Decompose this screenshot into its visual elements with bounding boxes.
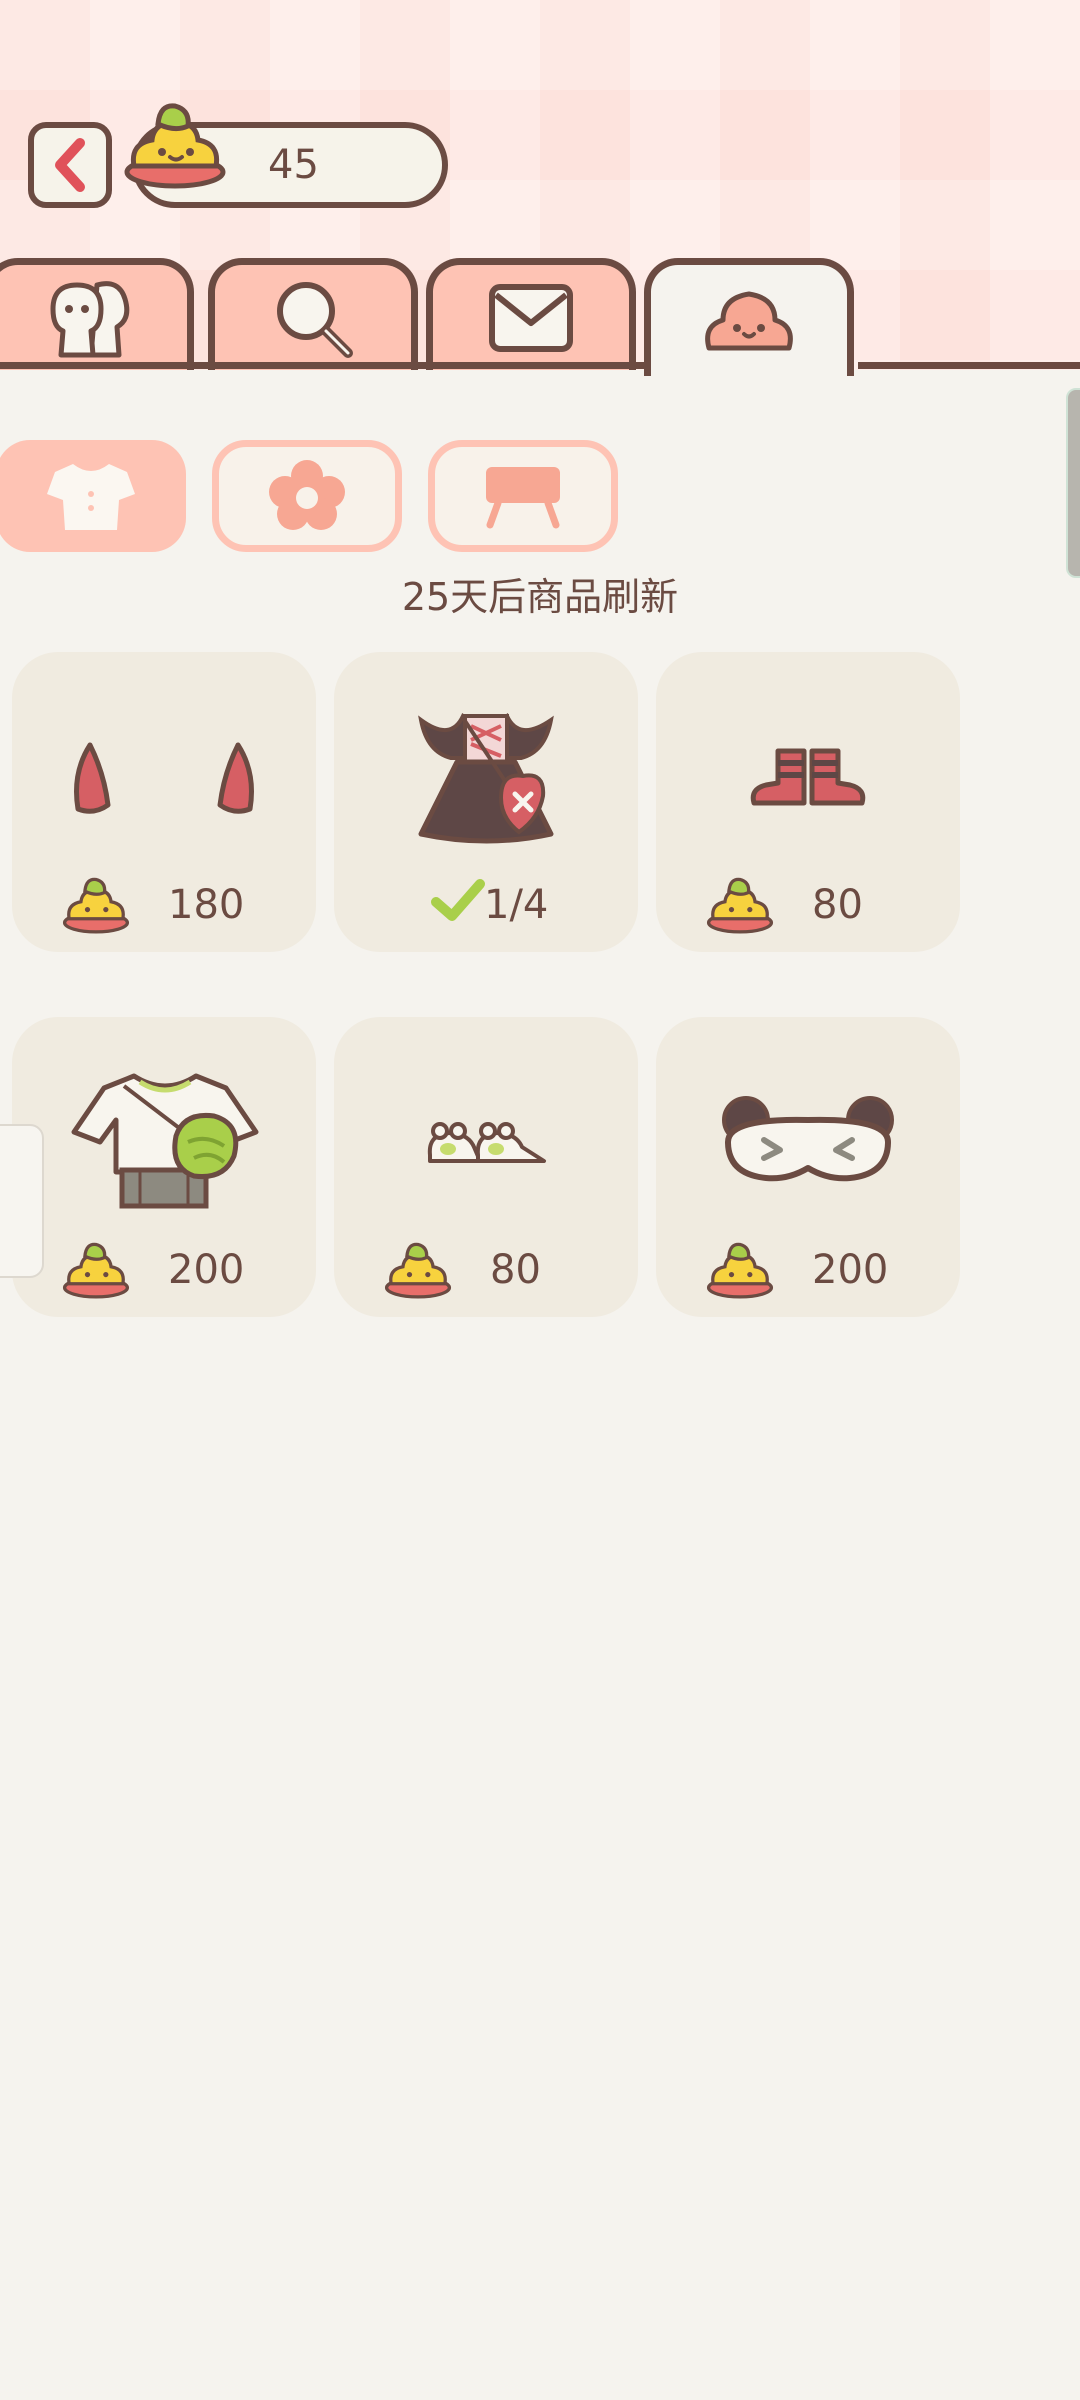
check-icon <box>431 879 485 921</box>
category-plants[interactable] <box>212 440 402 552</box>
main-tab-bar <box>0 258 1080 378</box>
chevron-left-icon <box>55 138 85 192</box>
poop-coin-icon <box>384 1242 452 1299</box>
striped-socks-icon <box>750 748 866 806</box>
frog-slippers-icon <box>427 1122 546 1163</box>
poop-coin-icon <box>124 103 226 189</box>
tab-friends[interactable] <box>0 258 194 370</box>
tab-divider-left <box>0 362 650 369</box>
shop-item-card[interactable]: 80 <box>656 652 960 952</box>
devil-horns-icon <box>74 742 254 814</box>
poop-coin-icon <box>62 877 130 934</box>
floating-edge-tab[interactable] <box>0 1124 44 1278</box>
shop-item-card[interactable]: 200 <box>12 1017 316 1317</box>
poop-shop-icon <box>705 291 793 350</box>
tab-search[interactable] <box>208 258 418 370</box>
shop-item-card[interactable]: 200 <box>656 1017 960 1317</box>
side-drawer-handle[interactable] <box>1066 388 1080 578</box>
panda-sleep-mask-icon <box>722 1096 894 1182</box>
item-progress: 1/4 <box>484 882 549 928</box>
bat-dress-icon <box>418 712 554 844</box>
shirt-icon <box>47 464 135 530</box>
item-price: 180 <box>168 882 245 928</box>
item-price: 200 <box>168 1247 245 1293</box>
friends-icon <box>50 280 130 357</box>
item-price: 80 <box>490 1247 541 1293</box>
tab-mail[interactable] <box>426 258 636 370</box>
search-icon <box>277 281 353 358</box>
tab-divider-right <box>858 362 1080 369</box>
item-price: 200 <box>812 1247 889 1293</box>
category-furniture[interactable] <box>428 440 618 552</box>
coin-count: 45 <box>268 142 319 188</box>
category-clothing[interactable] <box>0 440 186 552</box>
back-button[interactable] <box>28 122 112 208</box>
flower-icon <box>269 460 345 530</box>
item-price: 80 <box>812 882 863 928</box>
shop-item-card[interactable]: 180 <box>12 652 316 952</box>
shop-item-card[interactable]: 80 <box>334 1017 638 1317</box>
cabbage-outfit-icon <box>71 1073 259 1209</box>
furniture-icon <box>486 467 560 529</box>
tab-shop[interactable] <box>644 258 854 376</box>
poop-coin-icon <box>62 1242 130 1299</box>
shop-item-card[interactable]: 1/4 <box>334 652 638 952</box>
poop-coin-icon <box>706 1242 774 1299</box>
mail-icon <box>489 283 573 352</box>
poop-coin-icon <box>706 877 774 934</box>
refresh-countdown: 25天后商品刷新 <box>401 575 679 619</box>
